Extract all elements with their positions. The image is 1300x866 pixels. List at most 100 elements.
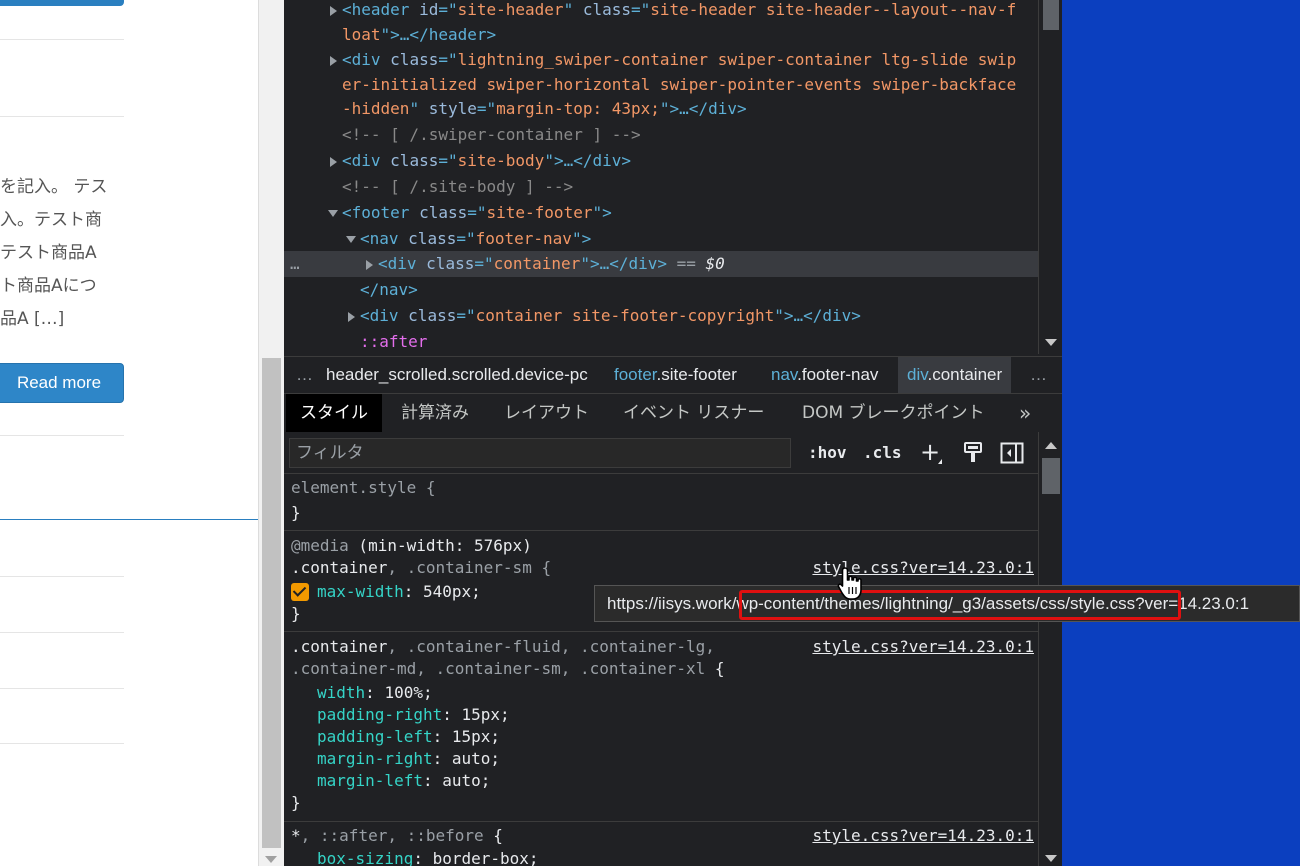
toggle-sidebar-icon[interactable] — [1000, 442, 1024, 464]
tab-computed[interactable]: 計算済み — [401, 394, 469, 432]
scrollbar-thumb[interactable] — [262, 358, 281, 848]
dom-node-nav-close[interactable]: </nav> — [284, 277, 1038, 303]
dom-token: <footer — [342, 203, 420, 222]
selector-match: .container — [291, 637, 388, 656]
scroll-down-arrow-icon[interactable] — [265, 856, 277, 863]
dom-token: class — [419, 203, 468, 222]
css-declaration[interactable]: margin-right: auto; — [317, 748, 500, 770]
dom-node-site-body[interactable]: <div class="site-body">…</div> — [284, 148, 1038, 174]
new-style-rule-icon[interactable]: + — [920, 438, 942, 466]
elements-scrollbar[interactable] — [1038, 0, 1062, 354]
scroll-up-arrow-icon[interactable] — [1045, 442, 1057, 449]
read-more-button[interactable]: Read more — [0, 363, 124, 403]
dom-node-container-selected[interactable]: … <div class="container">…</div> == $0 — [284, 251, 1038, 277]
elements-tree[interactable]: <header id="site-header" class="site-hea… — [284, 0, 1038, 354]
css-property: width — [317, 683, 366, 702]
dom-node-header-cont[interactable]: loat">…</header> — [284, 22, 1038, 48]
source-link[interactable]: style.css?ver=14.23.0:1 — [812, 825, 1034, 847]
rule-element-style[interactable]: element.style { } — [284, 474, 1038, 531]
tab-event-listeners[interactable]: イベント リスナー — [623, 394, 764, 432]
dom-token: <div — [360, 306, 409, 325]
rule-selector[interactable]: .container, .container-fluid, .container… — [291, 636, 715, 658]
breadcrumb-item[interactable]: footer.site-footer — [614, 357, 737, 393]
dom-node-swiper-cont[interactable]: -hidden" style="margin-top: 43px;">…</di… — [284, 96, 1038, 122]
scroll-down-arrow-icon[interactable] — [1045, 339, 1057, 346]
more-actions-icon[interactable]: … — [290, 251, 300, 277]
selector-rest: , ::after, ::before — [300, 826, 484, 845]
dom-text: ::after — [360, 329, 427, 354]
paint-brush-icon[interactable] — [962, 442, 984, 464]
expand-triangle-icon[interactable] — [330, 157, 337, 167]
css-value: : 540px; — [403, 582, 481, 601]
selector-match: .container — [291, 558, 388, 577]
css-declaration[interactable]: box-sizing: border-box; — [317, 848, 539, 866]
dom-token: margin-top: 43px; — [496, 99, 660, 118]
expand-triangle-icon[interactable] — [348, 312, 355, 322]
cls-button[interactable]: .cls — [863, 440, 902, 466]
expand-triangle-icon[interactable] — [366, 260, 373, 270]
breadcrumb-item-selected[interactable]: div.container — [898, 357, 1012, 393]
dom-token: </nav> — [360, 280, 418, 299]
rule-selector[interactable]: *, ::after, ::before { — [291, 825, 503, 847]
filter-input[interactable]: フィルタ — [289, 438, 791, 468]
dom-node-copyright[interactable]: <div class="container site-footer-copyri… — [284, 303, 1038, 329]
dom-node-footer[interactable]: <footer class="site-footer"> — [284, 200, 1038, 226]
css-value: : 15px; — [432, 727, 501, 746]
breadcrumb-item[interactable]: nav.footer-nav — [771, 357, 878, 393]
css-declaration[interactable]: max-width: 540px; — [317, 581, 481, 603]
dom-token: style — [428, 99, 477, 118]
css-property: padding-right — [317, 705, 443, 724]
tab-dom-breakpoints[interactable]: DOM ブレークポイント — [802, 394, 985, 432]
dom-pseudo-after[interactable]: ::after — [284, 329, 1038, 354]
divider — [0, 116, 124, 117]
partial-button[interactable] — [0, 0, 124, 6]
collapse-triangle-icon[interactable] — [346, 236, 356, 243]
web-page-pane: を記入。 テス 入。テスト商 テスト商品A ト商品Aにつ 品A […] Read… — [0, 0, 258, 866]
css-declaration[interactable]: width: 100%; — [317, 682, 433, 704]
dom-text: -hidden" style="margin-top: 43px;">…</di… — [342, 96, 747, 122]
breadcrumb-label: .site-footer — [656, 365, 737, 384]
css-declaration[interactable]: padding-right: 15px; — [317, 704, 510, 726]
dom-token: <!-- [ /.site-body ] --> — [342, 177, 574, 196]
tab-styles[interactable]: スタイル — [286, 394, 382, 432]
expand-triangle-icon[interactable] — [330, 56, 337, 66]
dom-token: ">…</div> — [544, 151, 632, 170]
breadcrumb-more-left[interactable]: … — [296, 357, 313, 393]
dom-token: lightning_swiper-container swiper-contai… — [457, 50, 1017, 69]
breadcrumb-item[interactable]: header_scrolled.scrolled.device-pc — [326, 357, 588, 393]
rule-universal[interactable]: *, ::after, ::before { style.css?ver=14.… — [284, 822, 1038, 866]
dom-token: er-initialized swiper-horizontal swiper-… — [342, 75, 1017, 94]
property-checkbox[interactable] — [291, 583, 309, 601]
scrollbar-thumb[interactable] — [1043, 0, 1059, 30]
dom-token: =" — [438, 50, 458, 69]
expand-triangle-icon[interactable] — [330, 6, 337, 16]
rule-selector[interactable]: .container, .container-sm { — [291, 557, 551, 579]
tab-layout[interactable]: レイアウト — [504, 394, 589, 432]
breadcrumb-more-right[interactable]: … — [1030, 357, 1047, 393]
css-declaration[interactable]: padding-left: 15px; — [317, 726, 500, 748]
css-declaration[interactable]: margin-left: auto; — [317, 770, 490, 792]
collapse-triangle-icon[interactable] — [328, 210, 338, 217]
dom-token: id — [419, 0, 439, 19]
scroll-down-arrow-icon[interactable] — [1045, 855, 1057, 862]
page-scrollbar[interactable] — [258, 0, 284, 866]
rule-selector-cont[interactable]: .container-md, .container-sm, .container… — [291, 658, 724, 680]
dom-node-swiper-cont[interactable]: er-initialized swiper-horizontal swiper-… — [284, 72, 1038, 98]
dom-node-header[interactable]: <header id="site-header" class="site-hea… — [284, 0, 1038, 23]
dom-comment[interactable]: <!-- [ /.site-body ] --> — [284, 174, 1038, 200]
dom-token: <div — [342, 151, 391, 170]
dom-node-nav[interactable]: <nav class="footer-nav"> — [284, 226, 1038, 252]
dom-comment[interactable]: <!-- [ /.swiper-container ] --> — [284, 122, 1038, 148]
tabs-overflow-icon[interactable]: » — [1019, 394, 1031, 432]
rule-container[interactable]: .container, .container-fluid, .container… — [284, 632, 1038, 822]
media-at: @media — [291, 536, 349, 555]
open-brace: { — [705, 659, 725, 678]
divider — [0, 688, 124, 689]
dom-text: <header id="site-header" class="site-hea… — [342, 0, 1016, 23]
source-link[interactable]: style.css?ver=14.23.0:1 — [812, 636, 1034, 658]
styles-scrollbar[interactable] — [1038, 432, 1062, 866]
hov-button[interactable]: :hov — [808, 440, 847, 466]
dom-token: " — [409, 99, 429, 118]
dom-node-swiper[interactable]: <div class="lightning_swiper-container s… — [284, 47, 1038, 73]
scrollbar-thumb[interactable] — [1042, 458, 1060, 494]
